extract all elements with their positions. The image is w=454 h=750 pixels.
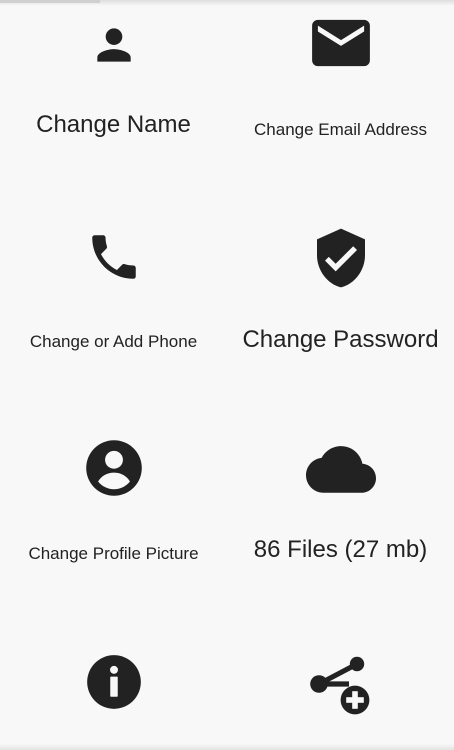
change-password-tile[interactable]: Change Password: [227, 200, 454, 400]
email-icon: [227, 17, 454, 69]
change-email-tile[interactable]: Change Email Address: [227, 0, 454, 200]
change-name-tile[interactable]: Change Name: [0, 0, 227, 200]
change-password-label: Change Password: [242, 326, 439, 353]
change-phone-label: Change or Add Phone: [29, 332, 198, 351]
storage-label: 86 Files (27 mb): [253, 536, 428, 563]
share-add-tile[interactable]: [227, 600, 454, 750]
change-profile-picture-label: Change Profile Picture: [28, 544, 199, 563]
bottom-edge: [0, 744, 454, 750]
phone-icon: [0, 228, 227, 286]
shield-check-icon: [227, 226, 454, 290]
storage-tile[interactable]: 86 Files (27 mb): [227, 400, 454, 600]
info-tile[interactable]: [0, 600, 227, 750]
info-icon: [0, 654, 227, 710]
change-phone-tile[interactable]: Change or Add Phone: [0, 200, 227, 400]
change-profile-picture-tile[interactable]: Change Profile Picture: [0, 400, 227, 600]
share-add-icon: [227, 654, 454, 716]
change-name-label: Change Name: [36, 111, 191, 138]
account-circle-icon: [0, 439, 227, 497]
change-email-label: Change Email Address: [254, 120, 427, 139]
settings-screen: Change Name Change Email Address Change …: [0, 0, 454, 750]
cloud-icon: [227, 442, 454, 494]
person-icon: [0, 20, 227, 70]
